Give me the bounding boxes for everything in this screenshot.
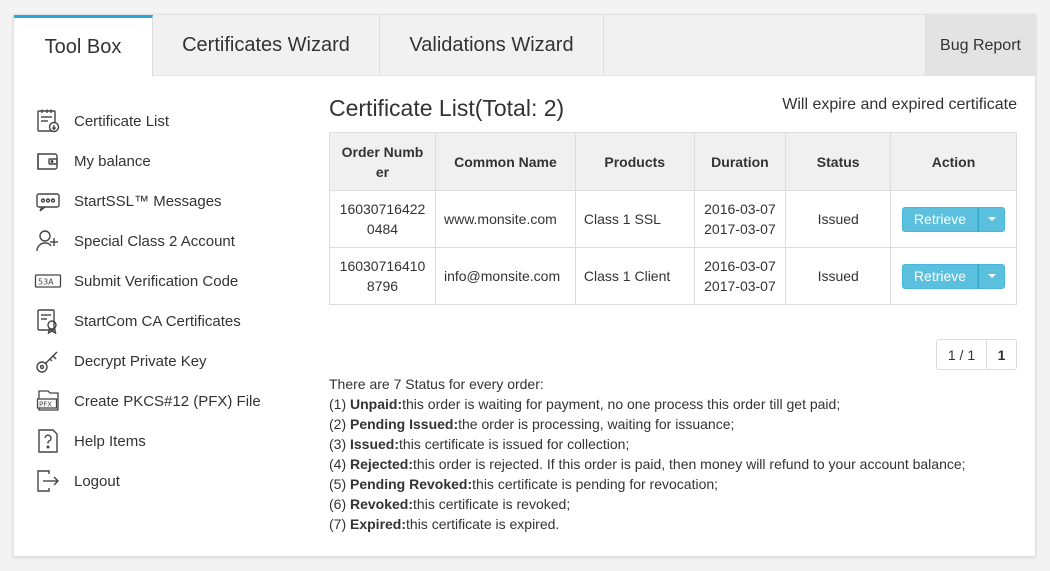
status-cell: Issued xyxy=(785,247,891,305)
sidebar-item-special-class-2-account[interactable]: Special Class 2 Account xyxy=(34,221,304,261)
table-header-row: Order Numb er Common Name Products Durat… xyxy=(329,132,1017,191)
sidebar-item-submit-verification-code[interactable]: 53A Submit Verification Code xyxy=(34,261,304,301)
sidebar-item-label: Help Items xyxy=(74,432,146,450)
caret-down-icon xyxy=(987,274,996,278)
verification-code-icon: 53A xyxy=(34,267,62,295)
sidebar-item-label: Special Class 2 Account xyxy=(74,232,235,250)
wallet-icon xyxy=(34,147,62,175)
table-row: 16030716422 0484 www.monsite.com Class 1 … xyxy=(329,190,1017,248)
sidebar-item-label: StartSSL™ Messages xyxy=(74,192,222,210)
sidebar-item-label: My balance xyxy=(74,152,151,170)
column-header-action: Action xyxy=(890,132,1017,191)
product-cell: Class 1 Client xyxy=(574,247,695,305)
retrieve-button[interactable]: Retrieve xyxy=(902,206,978,232)
main-panel: Tool Box Certificates Wizard Validations… xyxy=(13,14,1036,557)
tab-label: Certificates Wizard xyxy=(182,34,350,56)
duration-cell: 2016-03-07 2017-03-07 xyxy=(693,190,787,248)
status-notes: There are 7 Status for every order: (1) … xyxy=(329,374,1017,534)
page-info: 1 / 1 xyxy=(937,340,987,369)
expire-certificates-link[interactable]: Will expire and expired certificate xyxy=(782,96,1017,114)
common-name-cell: info@monsite.com xyxy=(434,247,576,305)
sidebar-item-startcom-ca-certificates[interactable]: StartCom CA Certificates xyxy=(34,301,304,341)
tab-validations-wizard[interactable]: Validations Wizard xyxy=(380,15,604,76)
tab-tool-box[interactable]: Tool Box xyxy=(14,15,153,77)
tab-label: Tool Box xyxy=(44,36,122,58)
tab-bug-report[interactable]: Bug Report xyxy=(925,15,1035,76)
sidebar-item-label: Create PKCS#12 (PFX) File xyxy=(74,392,261,410)
status-line: (3) Issued:this certificate is issued fo… xyxy=(329,436,630,452)
status-intro: There are 7 Status for every order: xyxy=(329,376,544,392)
action-cell: Retrieve xyxy=(890,190,1017,248)
pagination: 1 / 1 1 xyxy=(936,339,1017,370)
page-number-button[interactable]: 1 xyxy=(987,340,1016,369)
sidebar-item-decrypt-private-key[interactable]: Decrypt Private Key xyxy=(34,341,304,381)
status-cell: Issued xyxy=(785,190,891,248)
status-line: (2) Pending Issued:the order is processi… xyxy=(329,416,735,432)
tab-label: Bug Report xyxy=(940,36,1021,54)
certificate-table: Order Numb er Common Name Products Durat… xyxy=(329,132,1017,305)
status-line: (7) Expired:this certificate is expired. xyxy=(329,516,560,532)
svg-text:53A: 53A xyxy=(38,278,54,287)
sidebar-item-label: Logout xyxy=(74,472,120,490)
status-line: (1) Unpaid:this order is waiting for pay… xyxy=(329,396,841,412)
product-cell: Class 1 SSL xyxy=(574,190,695,248)
sidebar-item-messages[interactable]: StartSSL™ Messages xyxy=(34,181,304,221)
sidebar-item-certificate-list[interactable]: Certificate List xyxy=(34,101,304,141)
pfx-file-icon: PFX xyxy=(34,387,62,415)
certificate-list-icon xyxy=(34,107,62,135)
tab-label: Validations Wizard xyxy=(409,34,574,56)
column-header-products: Products xyxy=(574,132,695,191)
caret-down-icon xyxy=(987,217,996,221)
duration-cell: 2016-03-07 2017-03-07 xyxy=(693,247,787,305)
sidebar-item-label: StartCom CA Certificates xyxy=(74,312,241,330)
retrieve-dropdown-toggle[interactable] xyxy=(978,206,1005,232)
ca-certificate-icon xyxy=(34,307,62,335)
page-title: Certificate List(Total: 2) xyxy=(329,95,565,121)
status-line: (5) Pending Revoked:this certificate is … xyxy=(329,476,719,492)
help-icon xyxy=(34,427,62,455)
tab-certificates-wizard[interactable]: Certificates Wizard xyxy=(153,15,380,76)
key-icon xyxy=(34,347,62,375)
common-name-cell: www.monsite.com xyxy=(434,190,576,248)
add-user-icon xyxy=(34,227,62,255)
logout-icon xyxy=(34,467,62,495)
sidebar-item-my-balance[interactable]: My balance xyxy=(34,141,304,181)
messages-icon xyxy=(34,187,62,215)
status-line: (6) Revoked:this certificate is revoked; xyxy=(329,496,571,512)
retrieve-dropdown-toggle[interactable] xyxy=(978,263,1005,289)
sidebar: Certificate List My balance StartSSL™ Me… xyxy=(34,101,304,501)
order-number-cell: 16030716410 8796 xyxy=(329,247,436,305)
svg-text:PFX: PFX xyxy=(39,401,52,409)
table-row: 16030716410 8796 info@monsite.com Class 1… xyxy=(329,247,1017,305)
sidebar-item-logout[interactable]: Logout xyxy=(34,461,304,501)
sidebar-item-label: Certificate List xyxy=(74,112,170,130)
column-header-status: Status xyxy=(785,132,891,191)
action-cell: Retrieve xyxy=(890,247,1017,305)
tab-bar: Tool Box Certificates Wizard Validations… xyxy=(14,15,1035,77)
status-line: (4) Rejected:this order is rejected. If … xyxy=(329,456,966,472)
retrieve-button-group: Retrieve xyxy=(902,206,1005,232)
retrieve-button-group: Retrieve xyxy=(902,263,1005,289)
sidebar-item-help-items[interactable]: Help Items xyxy=(34,421,304,461)
column-header-common-name: Common Name xyxy=(434,132,576,191)
sidebar-item-create-pkcs12-file[interactable]: PFX Create PKCS#12 (PFX) File xyxy=(34,381,304,421)
column-header-duration: Duration xyxy=(693,132,787,191)
sidebar-item-label: Submit Verification Code xyxy=(74,272,239,290)
retrieve-button[interactable]: Retrieve xyxy=(902,263,978,289)
sidebar-item-label: Decrypt Private Key xyxy=(74,352,207,370)
column-header-order-number: Order Numb er xyxy=(329,132,436,191)
order-number-cell: 16030716422 0484 xyxy=(329,190,436,248)
